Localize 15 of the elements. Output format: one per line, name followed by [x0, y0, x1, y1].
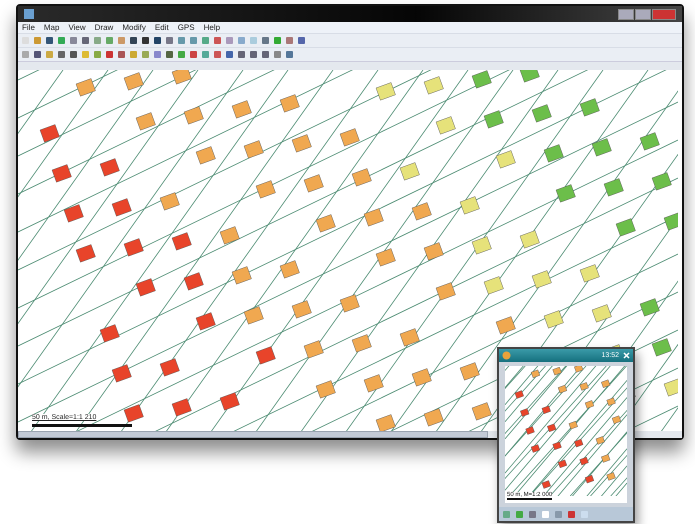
menu-item[interactable]: Draw	[94, 23, 114, 32]
app-icon	[24, 9, 34, 19]
menu-item[interactable]: File	[22, 23, 35, 32]
menu-item[interactable]: View	[68, 23, 86, 32]
menu-item[interactable]: Map	[44, 23, 60, 32]
menu-item[interactable]: Edit	[154, 23, 169, 32]
maximize-button[interactable]	[635, 8, 651, 20]
close-icon[interactable]	[623, 352, 630, 359]
minimize-button[interactable]	[618, 8, 634, 20]
scroll-bar[interactable]	[18, 431, 488, 438]
close-button[interactable]	[652, 8, 676, 20]
start-icon[interactable]	[502, 351, 511, 360]
menu-item[interactable]: Help	[204, 23, 220, 32]
menu-item[interactable]: Modify	[122, 23, 146, 32]
menu-item[interactable]: GPS	[178, 23, 195, 32]
